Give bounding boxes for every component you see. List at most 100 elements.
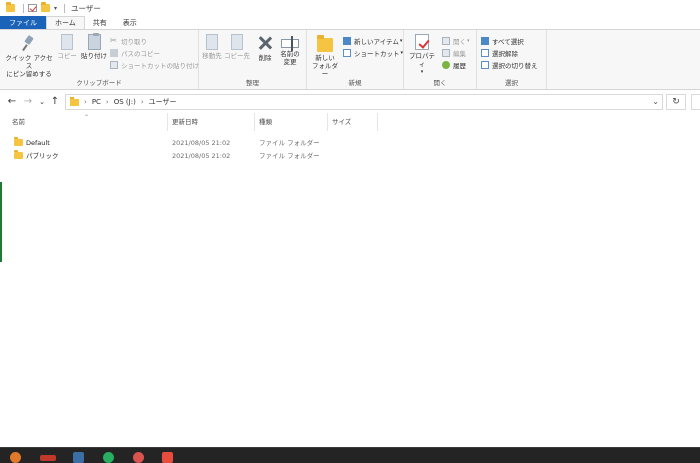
select-none-button[interactable]: 選択解除 bbox=[481, 48, 518, 58]
refresh-icon[interactable]: ↻ bbox=[666, 94, 686, 110]
history-label: 履歴 bbox=[453, 62, 466, 70]
shortcut-button[interactable]: ショートカット ▾ bbox=[343, 48, 403, 58]
tab-share[interactable]: 共有 bbox=[85, 16, 115, 29]
app-icon-red-square[interactable] bbox=[162, 452, 173, 463]
properties-label: プロパティ bbox=[409, 52, 435, 68]
shortcut-label: ショートカット bbox=[354, 50, 400, 58]
copy-icon bbox=[61, 34, 73, 50]
delete-icon bbox=[257, 34, 273, 52]
move-to-label: 移動先 bbox=[202, 52, 222, 60]
file-date: 2021/08/05 21:02 bbox=[172, 152, 231, 160]
breadcrumb-separator-icon[interactable]: › bbox=[141, 98, 144, 106]
new-group-label: 新規 bbox=[348, 79, 362, 87]
ribbon: クイック アクセス にピン留めする コピー 貼り付け ✂ 切り取り パスのコピー… bbox=[0, 29, 700, 90]
new-group: 新しい フォルダー 新しいアイテム ▾ ショートカット ▾ 新規 bbox=[307, 30, 404, 89]
rename-button[interactable]: 名前の 変更 bbox=[277, 34, 303, 66]
select-all-button[interactable]: すべて選択 bbox=[481, 36, 524, 46]
line-icon[interactable] bbox=[103, 452, 114, 463]
clipboard-group: クイック アクセス にピン留めする コピー 貼り付け ✂ 切り取り パスのコピー… bbox=[0, 30, 199, 89]
app-icon-round-red[interactable] bbox=[133, 452, 144, 463]
history-button[interactable]: 履歴 bbox=[442, 60, 466, 70]
file-date: 2021/08/05 21:02 bbox=[172, 139, 231, 147]
column-size[interactable]: サイズ bbox=[328, 113, 378, 131]
app-icon-blue[interactable] bbox=[73, 452, 84, 463]
new-folder-label-2: フォルダー bbox=[312, 62, 338, 78]
shortcut-new-icon bbox=[343, 49, 351, 57]
properties-quick-icon[interactable] bbox=[28, 4, 37, 12]
edit-button[interactable]: 編集 bbox=[442, 48, 466, 58]
new-item-icon bbox=[343, 37, 351, 45]
window-edge-indicator bbox=[0, 182, 2, 262]
qat-separator-2 bbox=[64, 3, 66, 13]
scissors-icon: ✂ bbox=[110, 36, 117, 45]
search-input[interactable] bbox=[691, 94, 700, 110]
properties-dropdown-icon: ▾ bbox=[420, 69, 424, 75]
open-group-label: 開く bbox=[433, 79, 447, 87]
copy-to-button[interactable]: コピー先 bbox=[223, 34, 251, 60]
open-icon bbox=[442, 37, 450, 45]
organize-group: 移動先 コピー先 削除 名前の 変更 整理 bbox=[199, 30, 307, 89]
new-item-label: 新しいアイテム bbox=[354, 38, 399, 46]
edit-label: 編集 bbox=[453, 50, 466, 58]
properties-button[interactable]: プロパティ ▾ bbox=[406, 34, 438, 76]
copy-to-icon bbox=[231, 34, 243, 50]
back-arrow-icon[interactable]: ← bbox=[6, 95, 18, 109]
pin-quick-access-button[interactable]: クイック アクセス にピン留めする bbox=[4, 34, 54, 78]
new-folder-button[interactable]: 新しい フォルダー bbox=[309, 34, 341, 78]
open-label: 開く bbox=[453, 38, 466, 46]
app-icon-red[interactable] bbox=[40, 455, 56, 461]
list-item[interactable]: パブリック 2021/08/05 21:02 ファイル フォルダー bbox=[0, 150, 700, 162]
address-bar[interactable]: › PC › OS (J:) › ユーザー ⌄ bbox=[65, 94, 663, 110]
select-group-label: 選択 bbox=[505, 79, 518, 87]
new-folder-label-1: 新しい bbox=[315, 54, 335, 62]
ribbon-tabs: ファイル ホーム 共有 表示 bbox=[0, 16, 700, 29]
forward-arrow-icon[interactable]: → bbox=[22, 95, 34, 109]
new-item-button[interactable]: 新しいアイテム ▾ bbox=[343, 36, 402, 46]
tab-file[interactable]: ファイル bbox=[0, 16, 46, 29]
breadcrumb-drive[interactable]: OS (J:) bbox=[114, 98, 136, 106]
rename-label-2: 変更 bbox=[283, 58, 297, 66]
pin-label-1: クイック アクセス bbox=[5, 54, 53, 70]
tab-view[interactable]: 表示 bbox=[115, 16, 145, 29]
breadcrumb-pc[interactable]: PC bbox=[92, 98, 101, 106]
pin-icon bbox=[21, 34, 37, 52]
select-none-label: 選択解除 bbox=[492, 50, 518, 58]
file-name: パブリック bbox=[26, 152, 59, 160]
open-button[interactable]: 開く ▾ bbox=[442, 36, 470, 46]
paste-button[interactable]: 貼り付け bbox=[80, 33, 108, 60]
column-date[interactable]: 更新日時 bbox=[168, 113, 255, 131]
tab-home[interactable]: ホーム bbox=[46, 16, 85, 29]
delete-label: 削除 bbox=[258, 54, 272, 62]
column-type[interactable]: 種類 bbox=[255, 113, 328, 131]
up-arrow-icon[interactable]: ↑ bbox=[49, 95, 61, 109]
recent-locations-icon[interactable]: ⌄ bbox=[36, 95, 48, 109]
organize-group-label: 整理 bbox=[246, 79, 259, 87]
copy-path-label: パスのコピー bbox=[121, 50, 160, 58]
paste-shortcut-button[interactable]: ショートカットの貼り付け bbox=[110, 60, 199, 70]
chevron-down-icon[interactable]: ▾ bbox=[54, 5, 57, 12]
breadcrumb-separator-icon[interactable]: › bbox=[84, 98, 87, 106]
clipboard-group-label: クリップボード bbox=[76, 79, 122, 87]
copy-button[interactable]: コピー bbox=[56, 34, 78, 60]
new-folder-quick-icon[interactable] bbox=[41, 2, 50, 12]
clipboard-icon bbox=[87, 33, 101, 50]
breadcrumb-separator-icon[interactable]: › bbox=[106, 98, 109, 106]
breadcrumb-users[interactable]: ユーザー bbox=[149, 97, 177, 107]
cut-button[interactable]: ✂ 切り取り bbox=[110, 36, 147, 47]
rename-icon bbox=[281, 36, 299, 51]
delete-button[interactable]: 削除 bbox=[254, 34, 276, 62]
invert-selection-button[interactable]: 選択の切り替え bbox=[481, 60, 538, 70]
rename-label-1: 名前の bbox=[280, 50, 300, 58]
firefox-icon[interactable] bbox=[10, 452, 21, 463]
copy-label: コピー bbox=[57, 52, 77, 60]
chevron-down-icon[interactable]: ⌄ bbox=[652, 95, 659, 109]
file-type: ファイル フォルダー bbox=[259, 139, 320, 147]
navigation-bar: ← → ⌄ ↑ › PC › OS (J:) › ユーザー ⌄ ↻ bbox=[0, 91, 700, 113]
move-to-button[interactable]: 移動先 bbox=[199, 34, 225, 60]
list-item[interactable]: Default 2021/08/05 21:02 ファイル フォルダー bbox=[0, 137, 700, 149]
taskbar bbox=[0, 447, 700, 463]
folder-icon bbox=[14, 137, 23, 146]
folder-icon bbox=[6, 2, 15, 12]
copy-path-button[interactable]: パスのコピー bbox=[110, 48, 160, 58]
shortcut-icon bbox=[110, 61, 118, 69]
